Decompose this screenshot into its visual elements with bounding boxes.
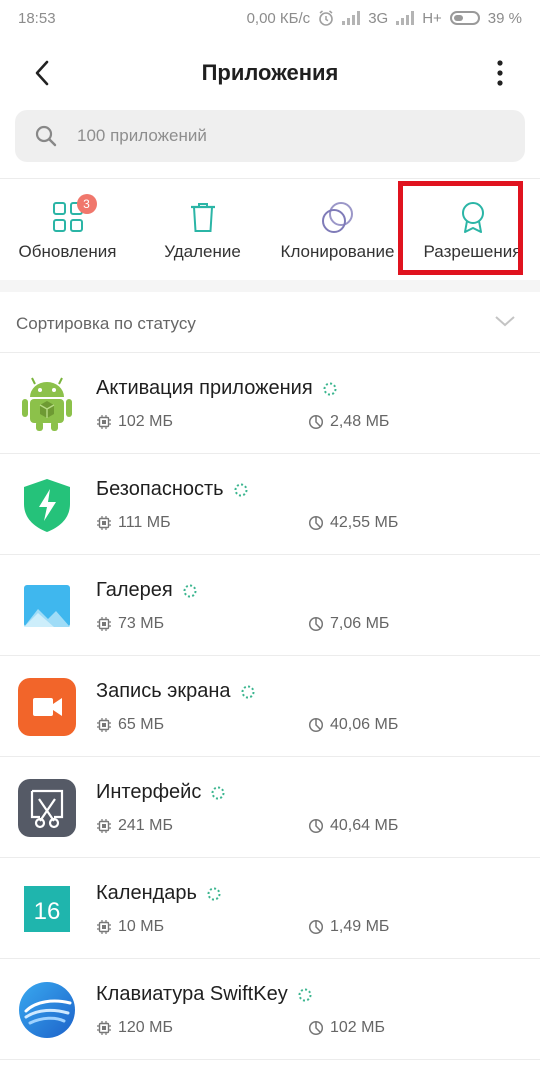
ram-usage: 10 МБ	[96, 918, 164, 936]
list-item[interactable]: Активация приложения 102 МБ 2,48 МБ	[0, 353, 540, 454]
calendar-day: 16	[34, 898, 61, 925]
app-name: Интерфейс	[96, 781, 225, 804]
app-name: Запись экрана	[96, 680, 255, 703]
back-arrow-icon[interactable]	[28, 58, 58, 88]
pie-chart-icon	[308, 717, 324, 733]
signal-icon	[396, 11, 415, 25]
pie-chart-icon	[308, 919, 324, 935]
pie-chart-icon	[308, 616, 324, 632]
list-item[interactable]: Запись экрана 65 МБ 40,06 МБ	[0, 656, 540, 757]
network-type-1: 3G	[368, 9, 389, 27]
ram-usage: 241 МБ	[96, 817, 173, 835]
loading-spinner-icon	[298, 988, 312, 1001]
storage-usage: 40,64 МБ	[308, 817, 398, 835]
storage-usage: 7,06 МБ	[308, 615, 389, 633]
highlight-box	[398, 181, 523, 275]
tab-label: Обновления	[18, 242, 117, 261]
app-name: Клавиатура SwiftKey	[96, 983, 312, 1006]
ram-usage: 65 МБ	[96, 716, 164, 734]
chip-icon	[97, 617, 111, 631]
tab-label: Клонирование	[280, 242, 395, 261]
loading-spinner-icon	[207, 887, 221, 900]
storage-usage: 42,55 МБ	[308, 514, 398, 532]
chip-icon	[97, 819, 111, 833]
ram-usage: 111 МБ	[96, 514, 171, 532]
app-name: Календарь	[96, 882, 221, 905]
loading-spinner-icon	[241, 685, 255, 698]
loading-spinner-icon	[234, 483, 248, 496]
app-name: Безопасность	[96, 478, 248, 501]
search-placeholder: 100 приложений	[77, 126, 207, 145]
more-options-icon[interactable]	[490, 58, 510, 88]
storage-usage: 40,06 МБ	[308, 716, 398, 734]
tab-updates[interactable]: 3 Обновления	[0, 185, 135, 273]
updates-badge: 3	[76, 194, 97, 214]
ram-usage: 73 МБ	[96, 615, 164, 633]
android-icon	[22, 377, 72, 431]
status-bar: 18:53 0,00 КБ/с 3G H+ 39 %	[0, 0, 540, 36]
ram-usage: 102 МБ	[96, 413, 173, 431]
chip-icon	[97, 718, 111, 732]
network-type-2: H+	[422, 9, 442, 27]
chip-icon	[97, 1021, 111, 1035]
tab-label: Удаление	[164, 242, 241, 261]
list-item[interactable]: Клавиатура SwiftKey 120 МБ 102 МБ	[0, 959, 540, 1060]
status-time: 18:53	[18, 9, 56, 27]
sort-label: Сортировка по статусу	[16, 314, 196, 333]
list-item[interactable]: Интерфейс 241 МБ 40,64 МБ	[0, 757, 540, 858]
pie-chart-icon	[308, 1020, 324, 1036]
chip-icon	[97, 415, 111, 429]
page-title: Приложения	[201, 60, 339, 85]
loading-spinner-icon	[183, 584, 197, 597]
pie-chart-icon	[308, 818, 324, 834]
storage-usage: 102 МБ	[308, 1019, 385, 1037]
list-item[interactable]: Галерея 73 МБ 7,06 МБ	[0, 555, 540, 656]
pie-chart-icon	[308, 515, 324, 531]
loading-spinner-icon	[211, 786, 225, 799]
tab-cloning[interactable]: Клонирование	[270, 185, 405, 273]
battery-percent: 39 %	[487, 9, 522, 27]
storage-usage: 2,48 МБ	[308, 413, 389, 431]
calendar-icon: 16	[24, 886, 70, 932]
loading-spinner-icon	[323, 382, 337, 395]
app-list: Активация приложения 102 МБ 2,48 МБ Безо…	[0, 353, 540, 1060]
search-icon	[35, 125, 57, 147]
app-name: Галерея	[96, 579, 197, 602]
shield-icon	[24, 479, 70, 532]
ram-usage: 120 МБ	[96, 1019, 173, 1037]
clone-icon	[321, 202, 353, 233]
tab-uninstall[interactable]: Удаление	[135, 185, 270, 273]
status-speed: 0,00 КБ/с	[246, 9, 311, 27]
gallery-icon	[24, 585, 70, 627]
divider	[0, 178, 540, 179]
scissors-icon	[18, 779, 76, 837]
chevron-down-icon	[495, 316, 515, 327]
chip-icon	[97, 920, 111, 934]
search-input[interactable]: 100 приложений	[15, 110, 525, 162]
list-item[interactable]: Безопасность 111 МБ 42,55 МБ	[0, 454, 540, 555]
battery-icon	[449, 11, 480, 25]
chip-icon	[97, 516, 111, 530]
app-name: Активация приложения	[96, 377, 337, 400]
list-item[interactable]: 16 Календарь 10 МБ 1,49 МБ	[0, 858, 540, 959]
swiftkey-icon	[19, 982, 75, 1038]
signal-icon	[342, 11, 361, 25]
trash-icon	[190, 203, 215, 232]
video-camera-icon	[18, 678, 76, 736]
pie-chart-icon	[308, 414, 324, 430]
app-header: Приложения	[0, 40, 540, 106]
alarm-icon	[319, 10, 333, 26]
section-separator	[0, 280, 540, 292]
sort-dropdown[interactable]: Сортировка по статусу	[0, 296, 540, 352]
storage-usage: 1,49 МБ	[308, 918, 389, 936]
